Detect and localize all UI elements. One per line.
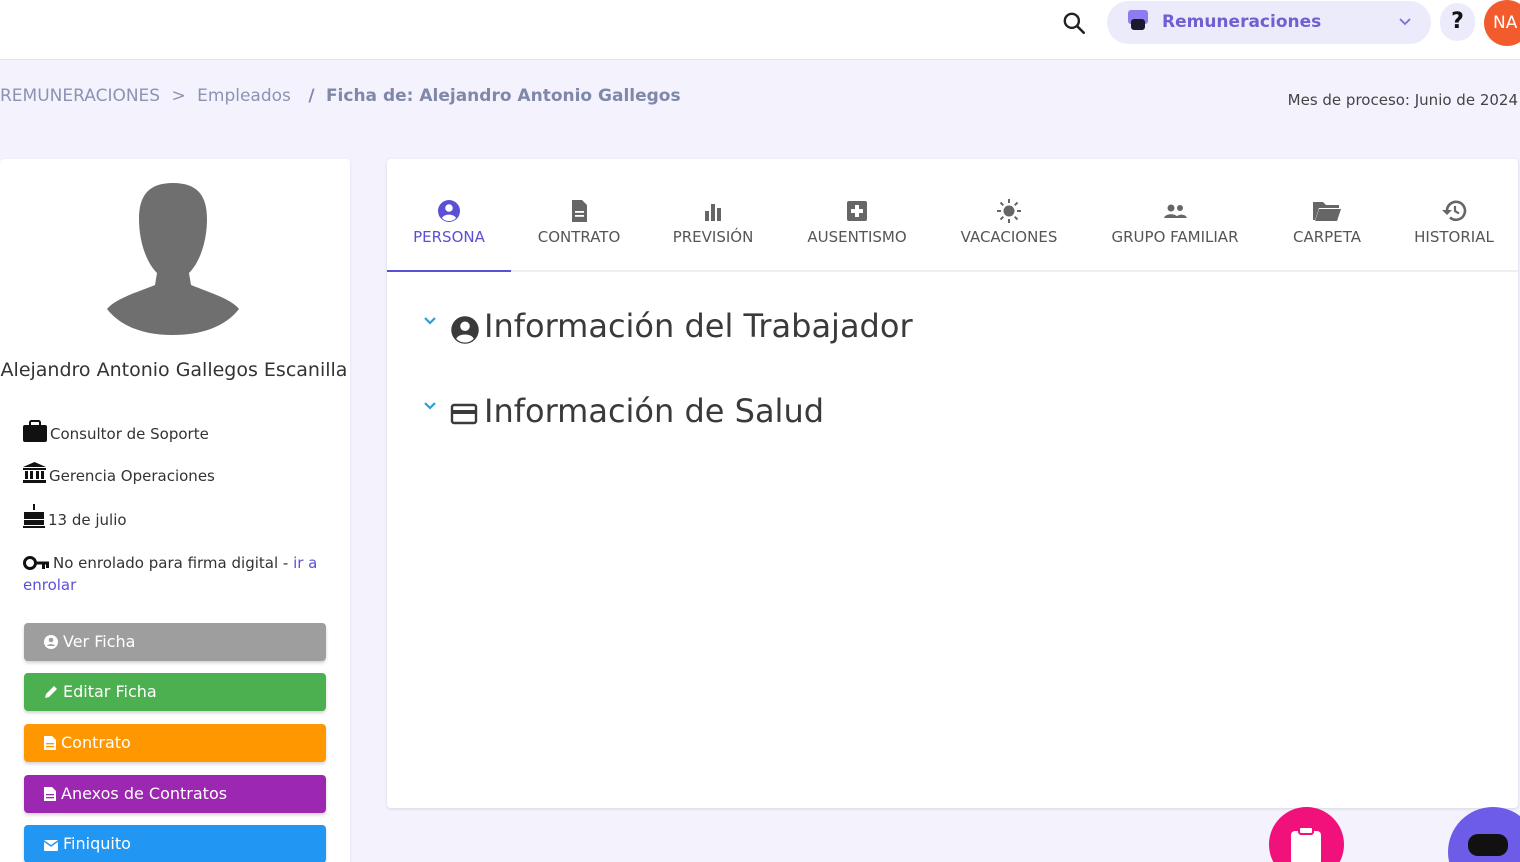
medical-plus-icon (847, 201, 867, 221)
help-button[interactable]: ? (1440, 3, 1475, 41)
people-icon (1164, 204, 1187, 218)
envelope-icon (43, 840, 59, 851)
breadcrumb-separator: > (171, 86, 186, 106)
tab-historial-label: HISTORIAL (1414, 228, 1494, 246)
tab-historial[interactable]: HISTORIAL (1399, 199, 1509, 272)
history-icon (1442, 200, 1467, 222)
chat-fab[interactable] (1448, 807, 1520, 862)
account-circle-icon (451, 316, 479, 344)
module-icon (1128, 10, 1148, 30)
digital-signature-row: No enrolado para firma digital - ir a en… (23, 552, 333, 596)
document-icon (44, 736, 56, 750)
job-title-row: Consultor de Soporte (23, 420, 209, 443)
department-row: Gerencia Operaciones (23, 462, 215, 485)
tab-bar: PERSONA CONTRATO PREVISIÓN AUSENTISMO VA… (387, 159, 1518, 272)
tab-persona-label: PERSONA (413, 228, 485, 246)
tab-carpeta[interactable]: CARPETA (1277, 199, 1377, 272)
user-avatar[interactable]: NA (1484, 0, 1520, 46)
key-icon (23, 556, 49, 570)
tab-persona[interactable]: PERSONA (387, 199, 511, 272)
contract-label: Contrato (61, 733, 131, 752)
document-icon (572, 200, 587, 222)
settlement-button[interactable]: Finiquito (24, 825, 326, 862)
department: Gerencia Operaciones (49, 467, 215, 485)
breadcrumb: REMUNERACIONES > Empleados / Ficha de: A… (0, 86, 687, 106)
account-circle-icon (44, 635, 58, 649)
chat-icon (1468, 834, 1508, 856)
bar-chart-icon (705, 204, 721, 221)
section-worker-title: Información del Trabajador (484, 307, 913, 345)
contract-button[interactable]: Contrato (24, 724, 326, 762)
search-icon[interactable] (1061, 10, 1087, 36)
employee-name: Alejandro Antonio Gallegos Escanilla (0, 359, 348, 381)
tab-vacaciones-label: VACACIONES (960, 228, 1058, 246)
chevron-down-icon[interactable] (422, 398, 438, 414)
institution-icon (23, 462, 46, 483)
tab-contrato-label: CONTRATO (537, 228, 621, 246)
sun-icon (997, 199, 1021, 223)
tab-carpeta-label: CARPETA (1293, 228, 1361, 246)
edit-profile-label: Editar Ficha (63, 682, 157, 701)
contract-annexes-button[interactable]: Anexos de Contratos (24, 775, 326, 813)
folder-open-icon (1313, 202, 1341, 221)
clipboard-fab[interactable] (1269, 807, 1344, 862)
tab-contrato[interactable]: CONTRATO (522, 199, 636, 272)
edit-profile-button[interactable]: Editar Ficha (24, 673, 326, 711)
settlement-label: Finiquito (63, 834, 131, 853)
breadcrumb-separator-2: / (308, 86, 315, 106)
tab-grupo-label: GRUPO FAMILIAR (1111, 228, 1239, 246)
breadcrumb-root[interactable]: REMUNERACIONES (0, 86, 160, 106)
module-selector[interactable]: Remuneraciones (1107, 1, 1431, 44)
birthday-row: 13 de julio (23, 504, 127, 529)
top-bar: Remuneraciones ? NA (0, 0, 1520, 60)
chevron-down-icon (1399, 18, 1411, 26)
view-profile-button[interactable]: Ver Ficha (24, 623, 326, 661)
credit-card-icon (450, 403, 478, 425)
process-month: Mes de proceso: Junio de 2024 (1287, 91, 1518, 109)
briefcase-icon (23, 420, 47, 442)
tab-ausentismo-label: AUSENTISMO (807, 228, 907, 246)
breadcrumb-employees[interactable]: Empleados (197, 86, 291, 106)
clipboard-icon (1291, 826, 1321, 862)
chevron-down-icon[interactable] (422, 313, 438, 329)
tab-grupo-familiar[interactable]: GRUPO FAMILIAR (1095, 199, 1255, 272)
contract-annexes-label: Anexos de Contratos (61, 784, 228, 803)
pencil-icon (45, 686, 57, 698)
document-icon (44, 787, 56, 801)
job-title: Consultor de Soporte (50, 425, 209, 443)
view-profile-label: Ver Ficha (63, 632, 136, 651)
main-card: PERSONA CONTRATO PREVISIÓN AUSENTISMO VA… (387, 159, 1518, 808)
module-label: Remuneraciones (1162, 12, 1322, 32)
signature-status: No enrolado para firma digital - (53, 554, 294, 572)
tab-vacaciones[interactable]: VACACIONES (945, 199, 1073, 272)
tab-prevision[interactable]: PREVISIÓN (657, 199, 769, 272)
breadcrumb-current: Ficha de: Alejandro Antonio Gallegos (325, 86, 681, 106)
section-health-title: Información de Salud (484, 392, 825, 430)
birthday: 13 de julio (48, 511, 127, 529)
birthday-cake-icon (23, 504, 45, 528)
account-circle-icon (438, 200, 460, 222)
profile-card: Alejandro Antonio Gallegos Escanilla Con… (0, 159, 350, 862)
avatar-placeholder-icon (107, 183, 239, 335)
tab-prevision-label: PREVISIÓN (672, 228, 754, 246)
tab-ausentismo[interactable]: AUSENTISMO (791, 199, 923, 272)
